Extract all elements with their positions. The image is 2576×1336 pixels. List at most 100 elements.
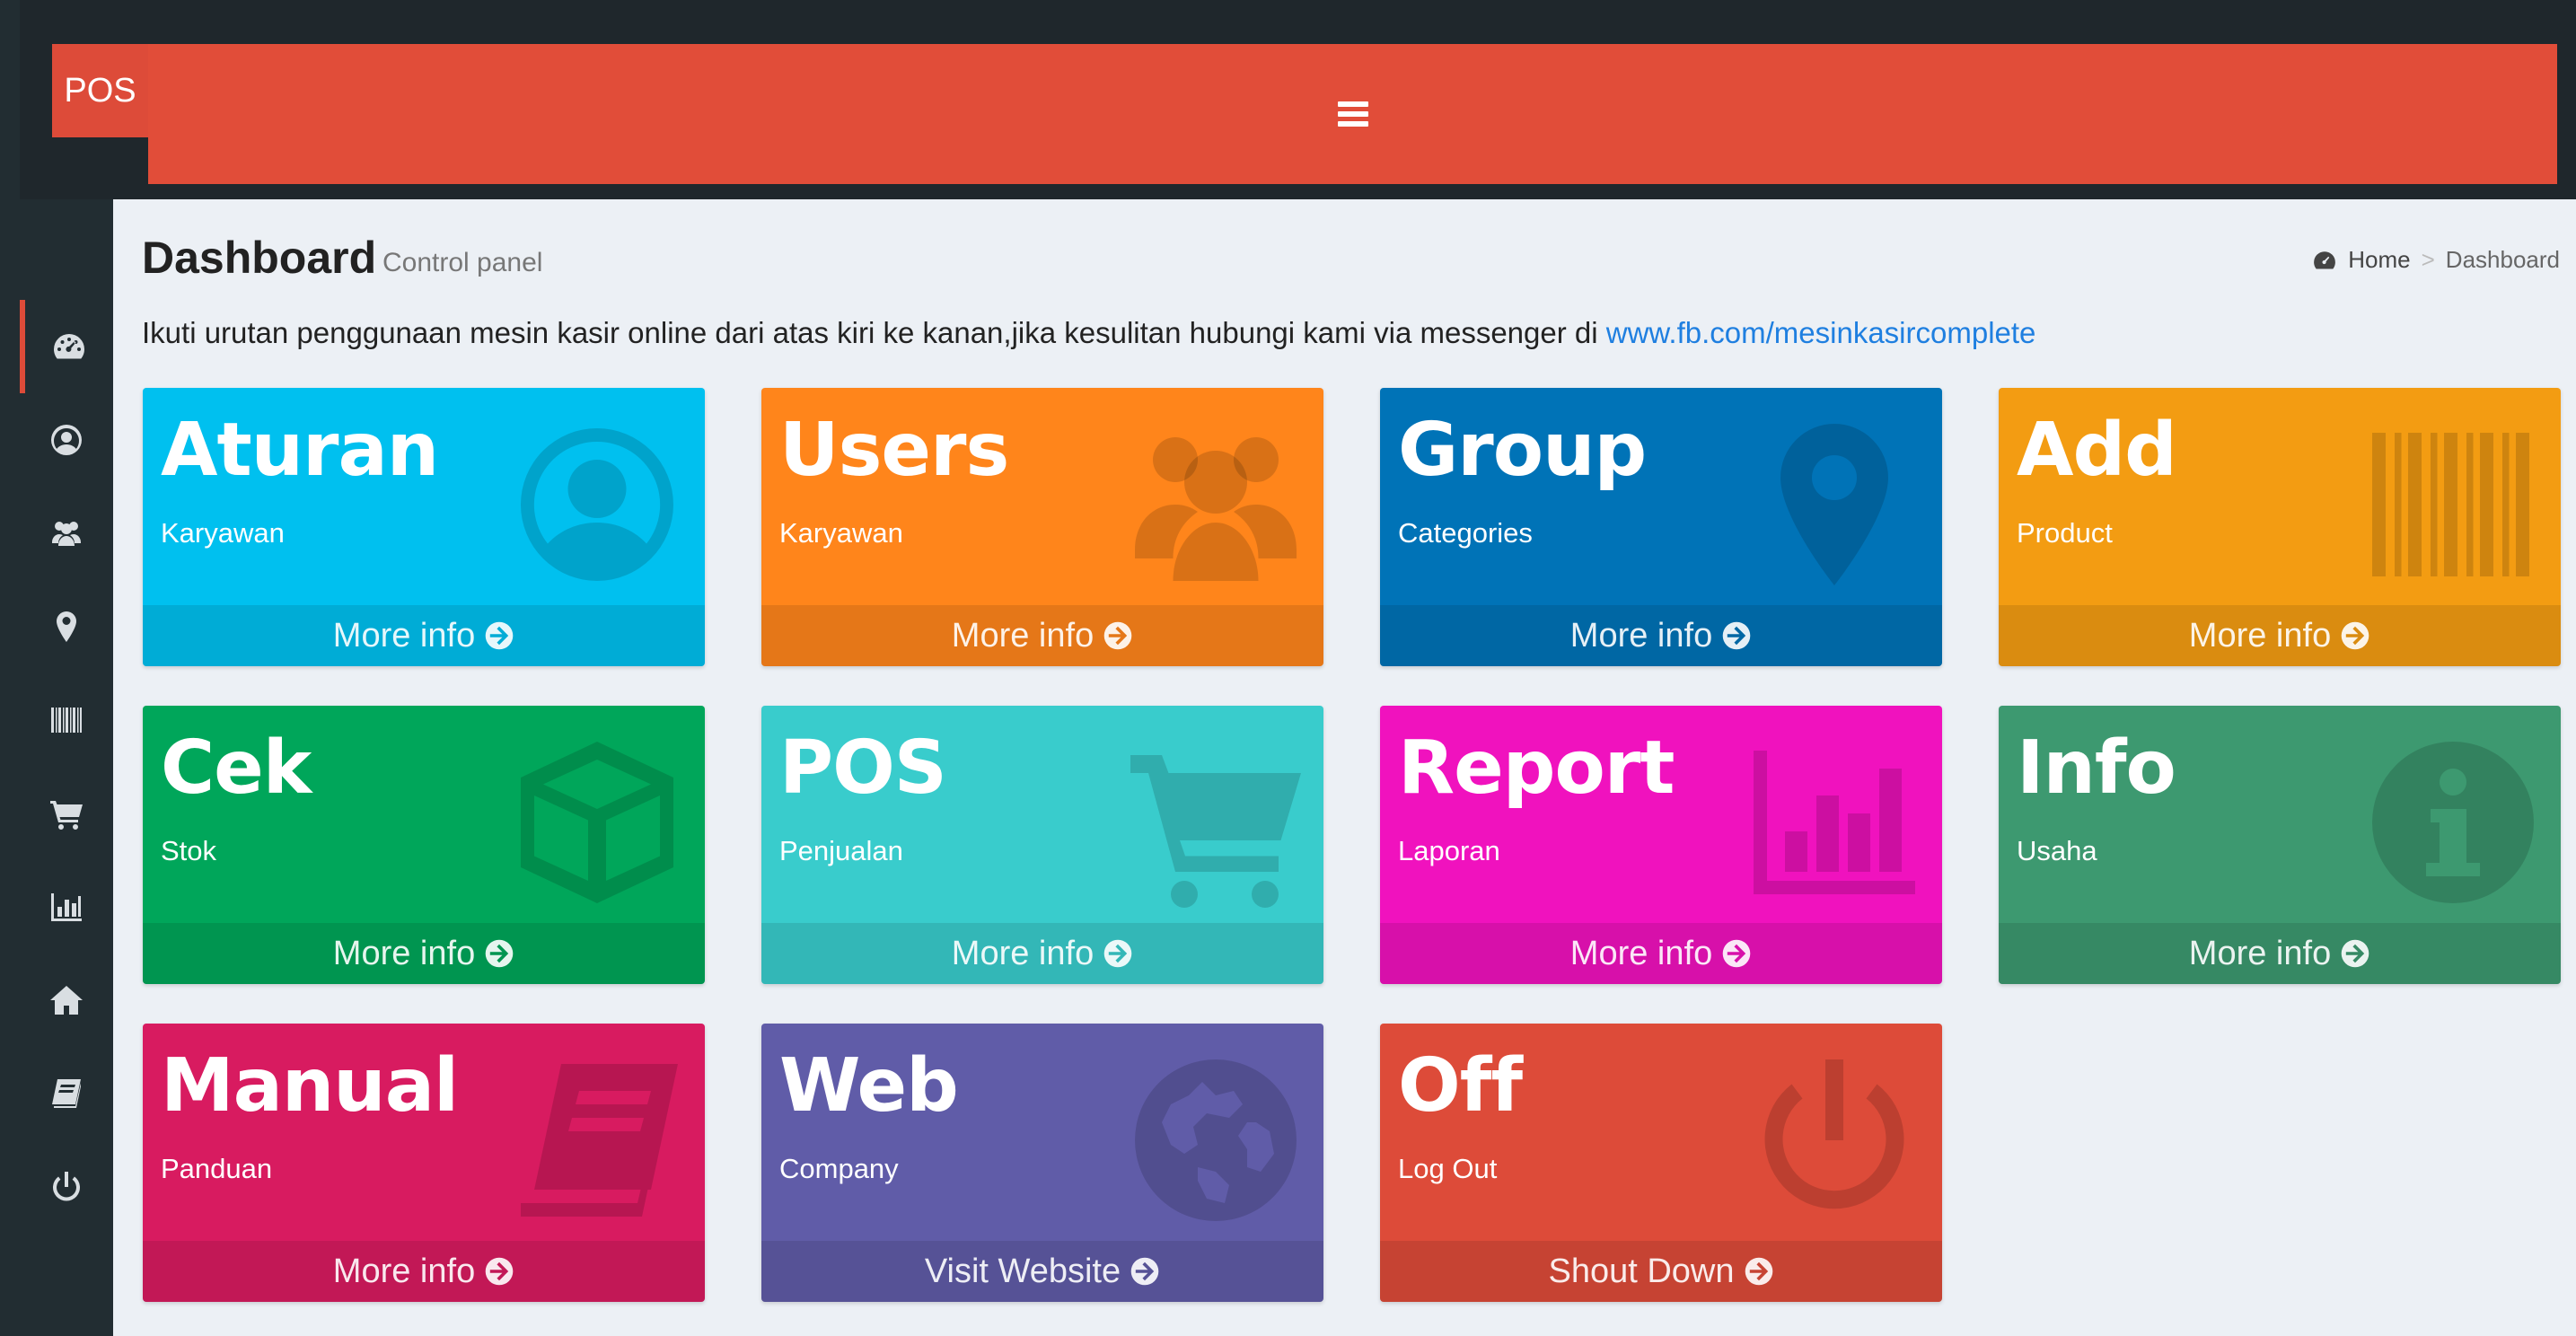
tile-subtitle: Product (2017, 517, 2113, 549)
sidebar-item-home[interactable] (20, 954, 113, 1047)
arrow-circle-right-icon (485, 1257, 514, 1286)
tile-group[interactable]: Group Categories More info (1380, 388, 1942, 666)
bar-chart-icon (51, 893, 82, 921)
user-circle-icon (50, 425, 82, 455)
sidebar-item-manual[interactable] (20, 1047, 113, 1140)
arrow-circle-right-icon (1103, 621, 1132, 650)
tile-title: Users (779, 408, 1009, 493)
book-icon (521, 1064, 678, 1217)
tile-subtitle: Company (779, 1153, 899, 1184)
tile-link-label: More info (332, 1252, 476, 1290)
breadcrumb-home[interactable]: Home (2348, 246, 2410, 274)
tile-title: Manual (161, 1043, 459, 1129)
tile-title: Add (2017, 408, 2177, 493)
dashboard-icon (2314, 250, 2336, 268)
users-icon (52, 522, 81, 546)
book-icon (52, 1079, 81, 1108)
users-icon (1135, 437, 1297, 581)
tile-manual[interactable]: Manual Panduan More info (143, 1024, 705, 1302)
tile-subtitle: Categories (1398, 517, 1533, 549)
tile-aturan[interactable]: Aturan Karyawan More info (143, 388, 705, 666)
intro-text: Ikuti urutan penggunaan mesin kasir onli… (142, 316, 2036, 349)
tile-more-info-link[interactable]: Visit Website (761, 1241, 1323, 1302)
tile-web[interactable]: Web Company Visit Website (761, 1024, 1323, 1302)
cart-icon (1130, 755, 1301, 908)
tile-title: Report (1398, 725, 1675, 811)
hamburger-menu-icon[interactable] (1337, 101, 1368, 127)
tile-more-info-link[interactable]: More info (761, 923, 1323, 984)
tile-more-info-link[interactable]: Shout Down (1380, 1241, 1942, 1302)
breadcrumb: Home > Dashboard (2312, 246, 2560, 274)
arrow-circle-right-icon (1103, 939, 1132, 968)
tile-report[interactable]: Report Laporan More info (1380, 706, 1942, 984)
tile-title: Group (1398, 408, 1647, 493)
cart-icon (50, 801, 83, 830)
map-marker-icon (1780, 424, 1888, 585)
home-icon (50, 986, 83, 1015)
breadcrumb-current: Dashboard (2445, 246, 2560, 273)
tile-more-info-link[interactable]: More info (143, 923, 705, 984)
info-icon (2372, 742, 2534, 903)
sidebar-item-dashboard[interactable] (20, 300, 113, 393)
tile-cek[interactable]: Cek Stok More info (143, 706, 705, 984)
tile-subtitle: Laporan (1398, 835, 1500, 866)
cube-icon (521, 742, 673, 903)
tile-title: Web (779, 1043, 959, 1129)
tile-more-info-link[interactable]: More info (1380, 923, 1942, 984)
sidebar (20, 199, 113, 1336)
app-logo[interactable]: POS (52, 44, 148, 137)
sidebar-item-aturan[interactable] (20, 393, 113, 487)
sidebar-item-report[interactable] (20, 860, 113, 954)
tile-more-info-link[interactable]: More info (143, 1241, 705, 1302)
sidebar-item-users[interactable] (20, 487, 113, 580)
arrow-circle-right-icon (1722, 621, 1751, 650)
tile-more-info-link[interactable]: More info (1999, 605, 2561, 666)
tile-subtitle: Penjualan (779, 835, 903, 866)
arrow-circle-right-icon (1130, 1257, 1159, 1286)
tile-subtitle: Usaha (2017, 835, 2097, 866)
sidebar-item-product[interactable] (20, 673, 113, 767)
tile-more-info-link[interactable]: More info (761, 605, 1323, 666)
tile-more-info-link[interactable]: More info (1380, 605, 1942, 666)
power-icon (53, 1172, 80, 1201)
arrow-circle-right-icon (1722, 939, 1751, 968)
tile-link-label: Visit Website (924, 1252, 1121, 1290)
arrow-circle-right-icon (2341, 621, 2369, 650)
arrow-circle-right-icon (2341, 939, 2369, 968)
tile-title: Info (2017, 725, 2176, 811)
tile-link-label: More info (332, 616, 476, 655)
tile-pos[interactable]: POS Penjualan More info (761, 706, 1323, 984)
messenger-link[interactable]: www.fb.com/mesinkasircomplete (1606, 316, 2036, 349)
arrow-circle-right-icon (1745, 1257, 1772, 1286)
tile-add[interactable]: Add Product More info (1999, 388, 2561, 666)
map-marker-icon (57, 611, 76, 642)
tile-subtitle: Stok (161, 835, 217, 866)
tile-users[interactable]: Users Karyawan More info (761, 388, 1323, 666)
sidebar-item-group[interactable] (20, 580, 113, 673)
tile-title: POS (779, 725, 947, 811)
content-area: Dashboard Control panel Home > Dashboard… (113, 199, 2576, 1336)
tile-link-label: More info (2188, 934, 2332, 972)
tile-subtitle: Panduan (161, 1153, 273, 1184)
tile-title: Cek (161, 725, 312, 811)
tile-subtitle: Karyawan (161, 517, 285, 549)
power-icon (1764, 1059, 1904, 1209)
dashboard-icon (54, 334, 84, 359)
page-title: Dashboard (142, 233, 377, 283)
breadcrumb-separator: > (2421, 246, 2435, 273)
user-circle-icon (520, 428, 673, 581)
top-navbar (148, 44, 2557, 184)
tile-link-label: More info (1569, 616, 1713, 655)
barcode-icon (2372, 433, 2529, 576)
sidebar-item-logout[interactable] (20, 1140, 113, 1234)
tile-more-info-link[interactable]: More info (143, 605, 705, 666)
tile-info[interactable]: Info Usaha More info (1999, 706, 2561, 984)
tile-link-label: More info (1569, 934, 1713, 972)
tile-more-info-link[interactable]: More info (1999, 923, 2561, 984)
tile-off[interactable]: Off Log Out Shout Down (1380, 1024, 1942, 1302)
sidebar-item-pos[interactable] (20, 767, 113, 860)
tile-link-label: More info (332, 934, 476, 972)
tile-title: Off (1398, 1043, 1523, 1129)
arrow-circle-right-icon (485, 621, 514, 650)
tile-subtitle: Log Out (1398, 1153, 1498, 1184)
